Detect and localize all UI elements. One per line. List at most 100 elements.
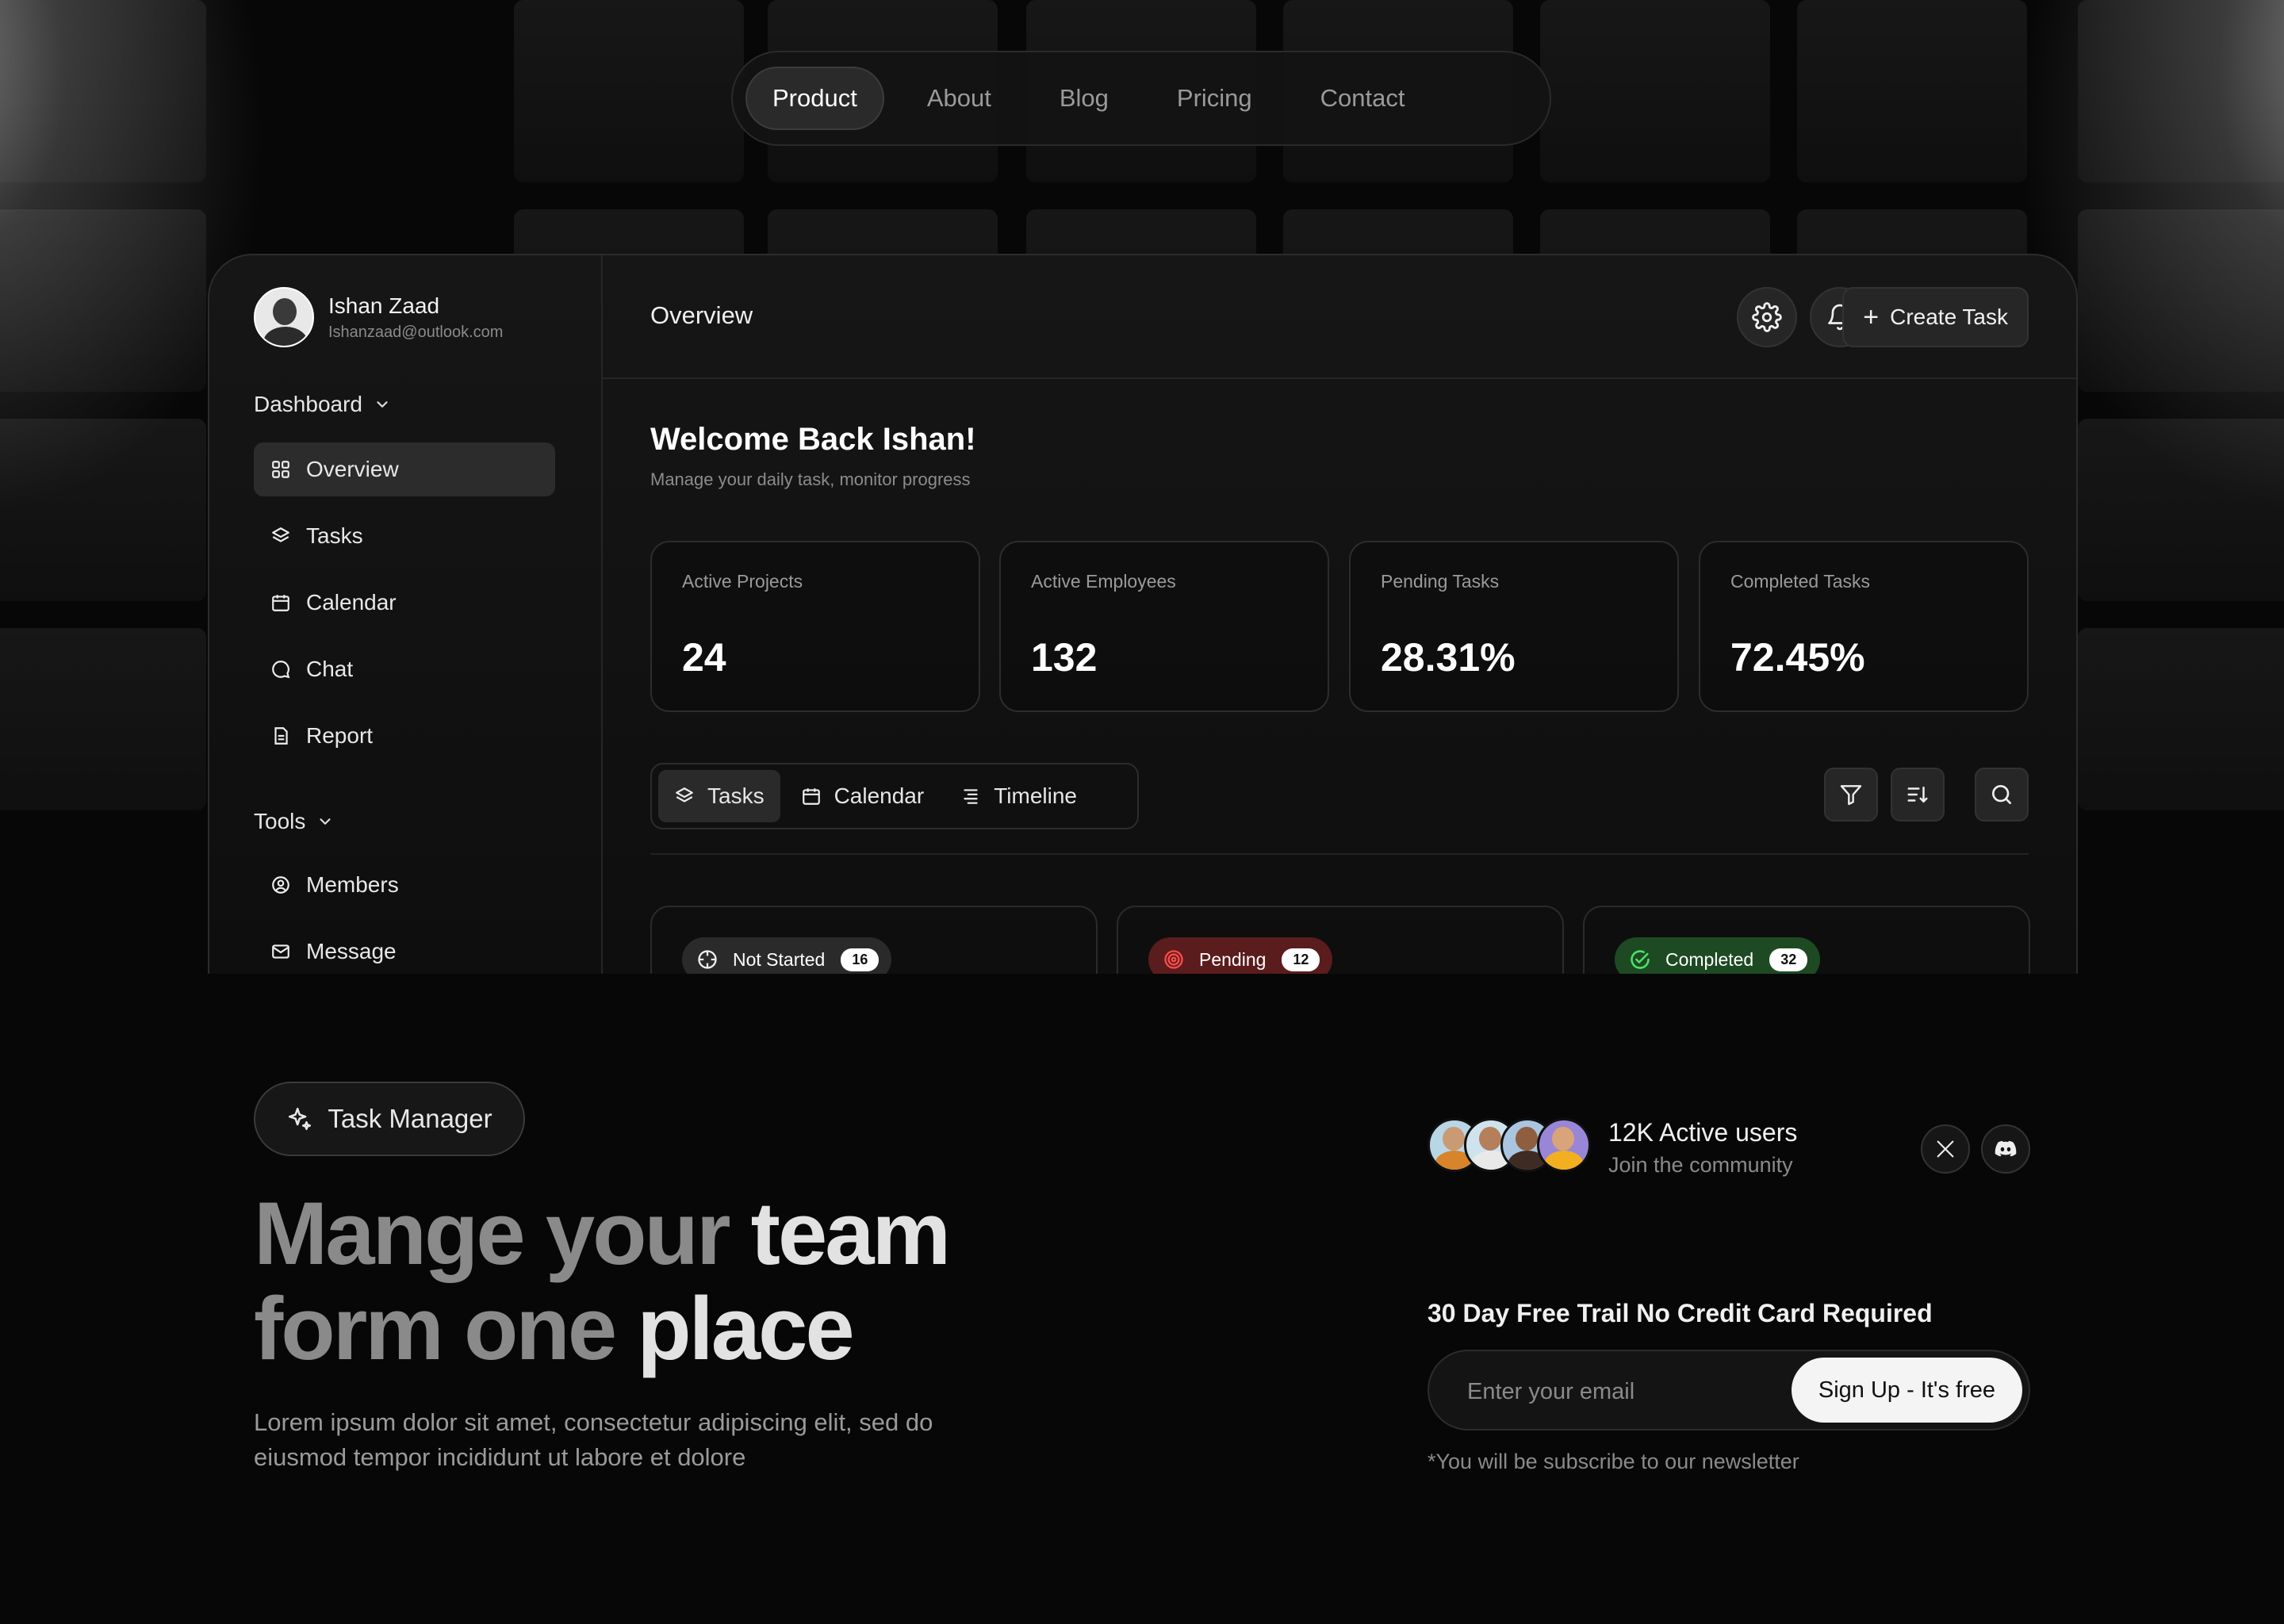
stat-label: Active Projects [682, 571, 803, 592]
column-completed: Completed 32 [1583, 906, 2030, 974]
badge-label: Task Manager [328, 1104, 492, 1133]
list-icon [960, 786, 981, 806]
nav-product[interactable]: Product [745, 67, 884, 130]
avatar [254, 287, 314, 347]
hero-title-highlight: place [637, 1279, 854, 1378]
stat-label: Active Employees [1031, 571, 1176, 592]
status-count: 32 [1769, 948, 1808, 971]
stat-value: 72.45% [1730, 635, 1865, 680]
status-label: Pending [1199, 948, 1267, 970]
discord-icon [1995, 1140, 2017, 1157]
nav-pricing[interactable]: Pricing [1152, 67, 1278, 130]
sidebar-item-message[interactable]: Message [254, 925, 555, 974]
sidebar-item-label: Members [306, 872, 399, 897]
chat-icon [270, 658, 292, 680]
task-manager-badge[interactable]: Task Manager [254, 1082, 525, 1156]
sidebar-item-label: Report [306, 723, 374, 748]
hero-title-part: form one [254, 1279, 617, 1378]
page-title: Overview [650, 301, 753, 329]
stat-card-active-employees: Active Employees 132 [999, 541, 1329, 712]
hero-subtitle: Lorem ipsum dolor sit amet, consectetur … [254, 1408, 933, 1471]
sidebar-item-overview[interactable]: Overview [254, 442, 555, 496]
create-task-button[interactable]: + Create Task [1842, 287, 2029, 347]
tab-calendar[interactable]: Calendar [785, 770, 941, 822]
sidebar-item-calendar[interactable]: Calendar [254, 576, 555, 630]
calendar-icon [270, 592, 292, 614]
stat-card-pending-tasks: Pending Tasks 28.31% [1349, 541, 1679, 712]
avatar [1537, 1118, 1591, 1172]
header: Overview + Create Task [603, 255, 2076, 379]
status-label: Not Started [733, 948, 826, 970]
nav-blog[interactable]: Blog [1034, 67, 1134, 130]
sparkle-icon [286, 1105, 313, 1132]
welcome-subtitle: Manage your daily task, monitor progress [650, 469, 971, 489]
tools-section-toggle[interactable]: Tools [254, 809, 334, 834]
calendar-icon [801, 786, 822, 806]
sidebar-item-members[interactable]: Members [254, 858, 555, 912]
sort-button[interactable] [1891, 768, 1945, 822]
tools-section-label: Tools [254, 809, 306, 833]
stat-label: Completed Tasks [1730, 571, 1870, 592]
email-field[interactable] [1466, 1370, 1770, 1413]
search-icon [1992, 785, 2011, 804]
tab-label: Tasks [707, 783, 765, 808]
dashboard-section-label: Dashboard [254, 392, 362, 416]
nav-about[interactable]: About [902, 67, 1017, 130]
tab-timeline[interactable]: Timeline [945, 770, 1093, 822]
tab-tasks[interactable]: Tasks [658, 770, 780, 822]
trial-heading: 30 Day Free Trail No Credit Card Require… [1428, 1299, 1933, 1327]
column-pending: Pending 12 [1117, 906, 1564, 974]
filter-button[interactable] [1824, 768, 1878, 822]
status-label: Completed [1665, 948, 1754, 970]
layers-icon [270, 525, 292, 547]
x-social-button[interactable] [1921, 1124, 1970, 1174]
stat-value: 28.31% [1381, 635, 1516, 680]
sidebar: Ishan Zaad Ishanzaad@outlook.com Dashboa… [209, 255, 603, 974]
hero-title-part: Mange your [254, 1184, 731, 1283]
status-count: 12 [1282, 948, 1320, 971]
sidebar-item-label: Tasks [306, 523, 363, 548]
x-icon [1937, 1140, 1954, 1158]
settings-button[interactable] [1737, 287, 1797, 347]
search-button[interactable] [1975, 768, 2029, 822]
top-nav: Product About Blog Pricing Contact [731, 51, 1551, 146]
layers-icon [674, 786, 695, 806]
divider [650, 853, 2029, 855]
signup-form: Sign Up - It's free [1428, 1350, 2030, 1431]
hero-title: Mange your team form one place [254, 1186, 1126, 1377]
create-task-label: Create Task [1890, 304, 2008, 329]
target-icon [1163, 948, 1185, 971]
column-not-started: Not Started 16 [650, 906, 1098, 974]
grid-icon [270, 458, 292, 481]
crosshair-icon [696, 948, 719, 971]
gear-icon [1752, 302, 1782, 332]
nav-contact[interactable]: Contact [1295, 67, 1431, 130]
sidebar-item-label: Message [306, 939, 397, 963]
view-tabs: Tasks Calendar Timeline [650, 763, 1139, 829]
chevron-down-icon [320, 818, 331, 825]
sidebar-item-label: Calendar [306, 590, 397, 615]
status-badge-completed[interactable]: Completed 32 [1615, 937, 1821, 974]
user-profile[interactable]: Ishan Zaad Ishanzaad@outlook.com [254, 287, 503, 347]
sidebar-item-report[interactable]: Report [254, 709, 555, 763]
user-name: Ishan Zaad [328, 293, 440, 318]
signup-button[interactable]: Sign Up - It's free [1791, 1358, 2022, 1423]
status-count: 16 [841, 948, 879, 971]
filter-icon [1840, 785, 1862, 806]
hero-title-highlight: team [750, 1184, 951, 1283]
welcome-title: Welcome Back Ishan! [650, 422, 976, 457]
sidebar-item-chat[interactable]: Chat [254, 642, 555, 696]
stat-card-completed-tasks: Completed Tasks 72.45% [1699, 541, 2029, 712]
plus-icon: + [1863, 302, 1880, 332]
newsletter-note: *You will be subscribe to our newsletter [1428, 1450, 1799, 1473]
dashboard-section-toggle[interactable]: Dashboard [254, 392, 391, 417]
sidebar-item-label: Overview [306, 457, 399, 481]
status-badge-not-started[interactable]: Not Started 16 [682, 937, 892, 974]
sidebar-item-tasks[interactable]: Tasks [254, 509, 555, 563]
tab-label: Timeline [994, 783, 1077, 808]
discord-social-button[interactable] [1981, 1124, 2030, 1174]
status-badge-pending[interactable]: Pending 12 [1148, 937, 1333, 974]
main-content: Overview + Create Task Welcome Back Isha… [603, 255, 2076, 974]
join-community-link[interactable]: Join the community [1608, 1153, 1793, 1178]
stat-value: 24 [682, 635, 726, 680]
